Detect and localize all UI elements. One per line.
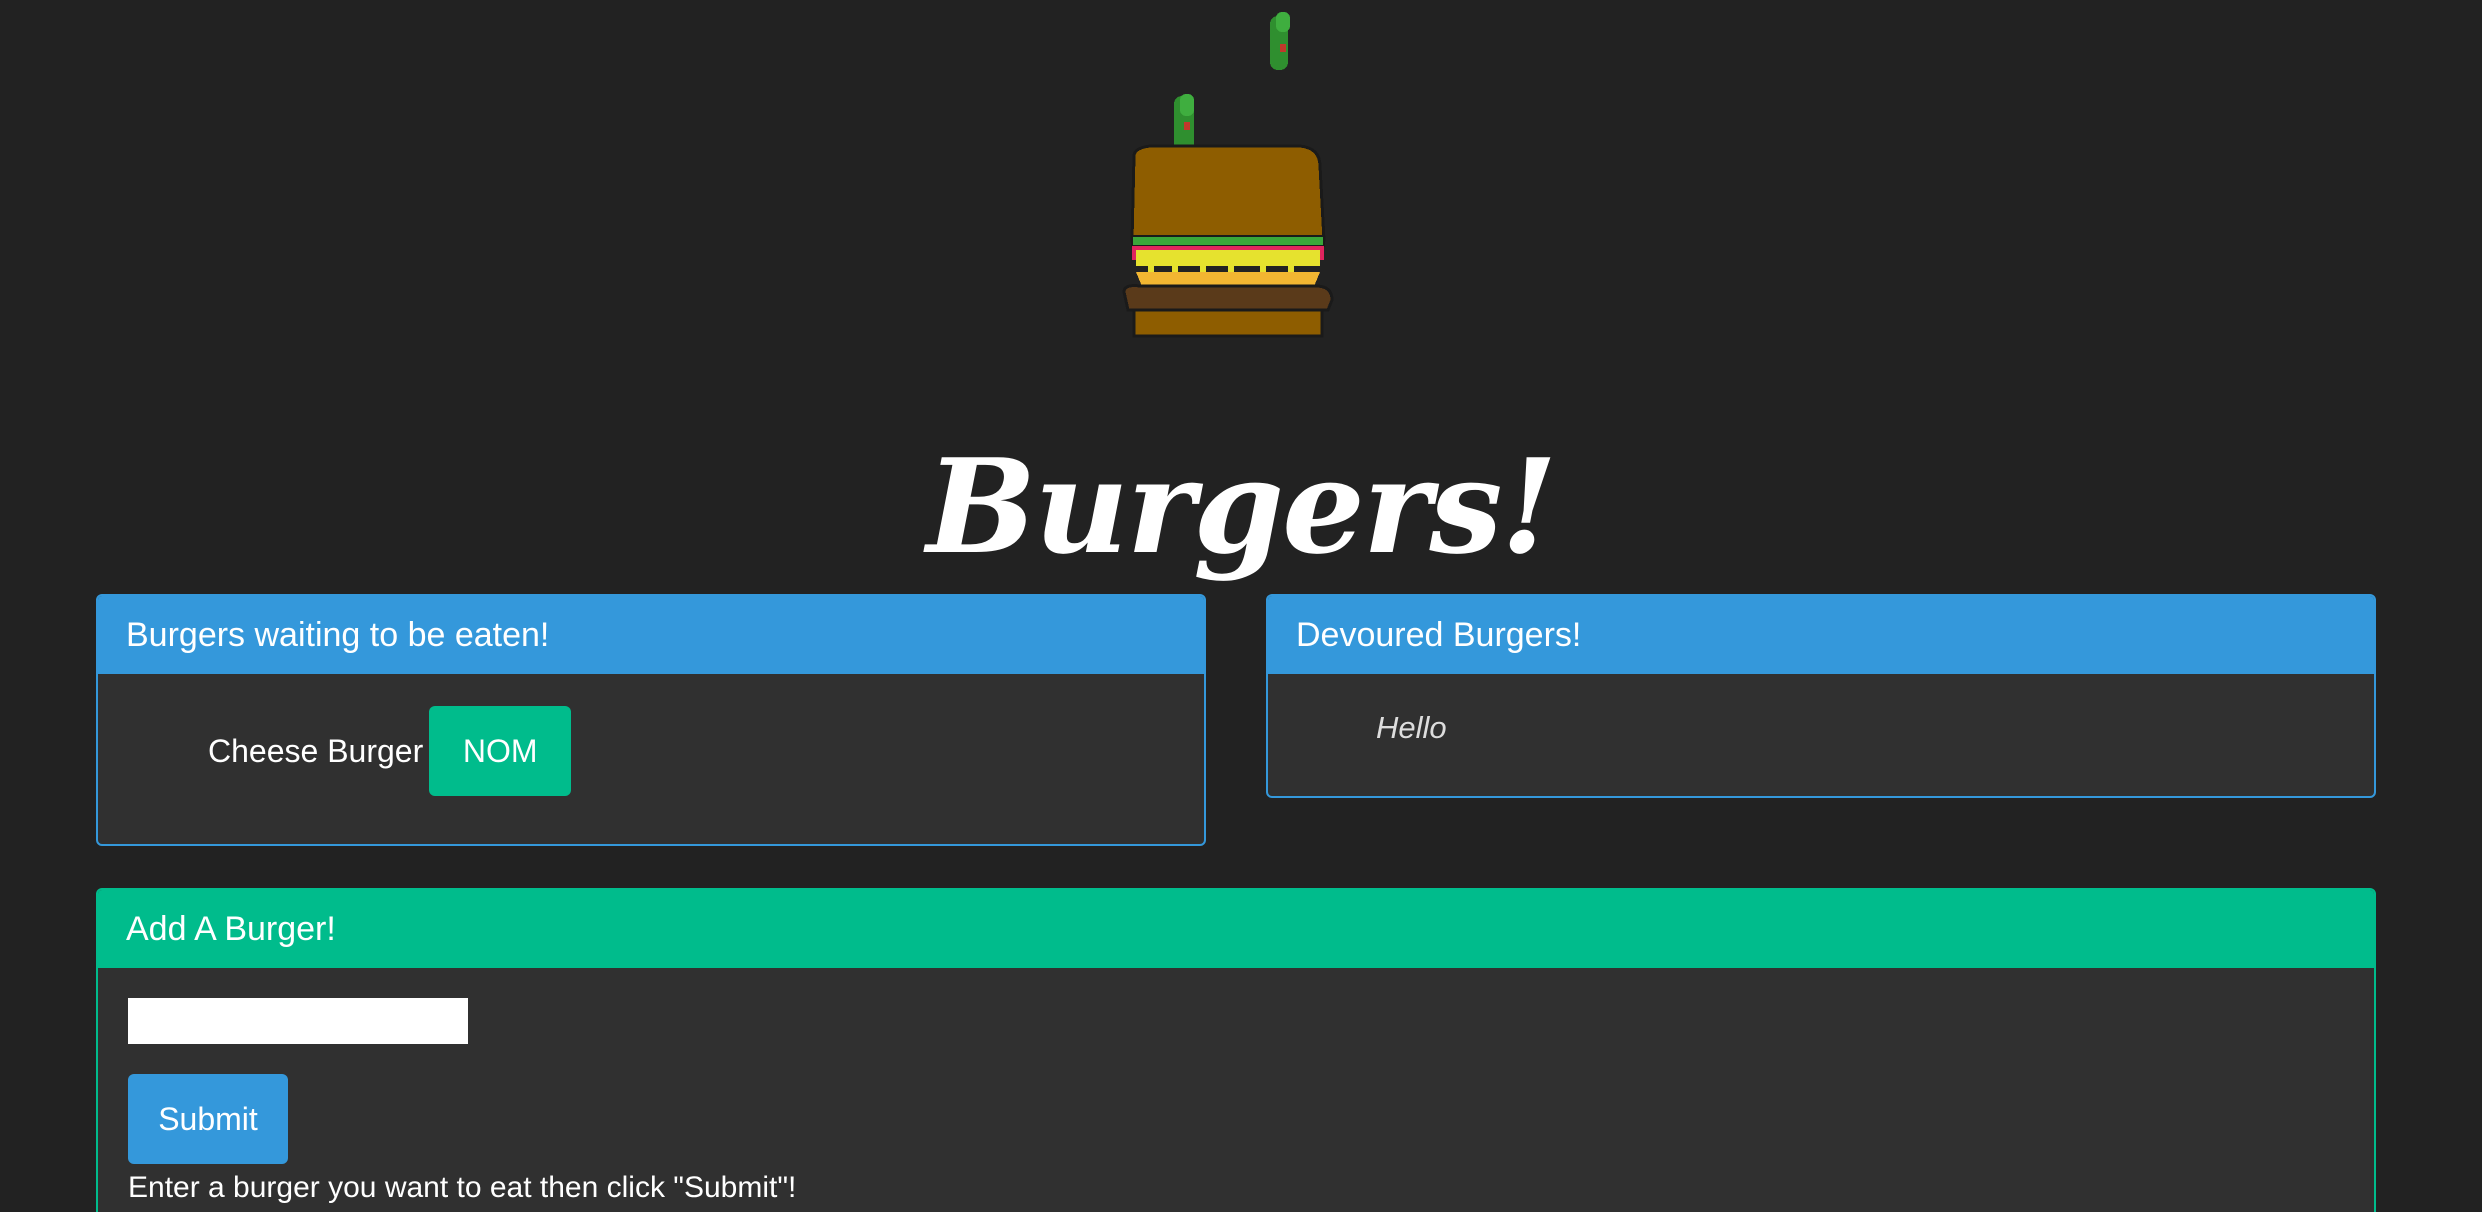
burger-logo-icon bbox=[1120, 10, 1370, 350]
devoured-burgers-panel: Devoured Burgers! Hello bbox=[1266, 594, 2376, 798]
help-text: Enter a burger you want to eat then clic… bbox=[128, 1171, 797, 1204]
nom-button[interactable]: NOM bbox=[429, 706, 572, 796]
devoured-panel-heading: Devoured Burgers! bbox=[1268, 596, 2374, 674]
pickle-icon bbox=[1270, 12, 1290, 70]
waiting-panel-heading: Burgers waiting to be eaten! bbox=[98, 596, 1204, 674]
submit-button[interactable]: Submit bbox=[128, 1074, 288, 1164]
burger-name-input[interactable] bbox=[128, 998, 468, 1044]
pickle-icon bbox=[1174, 94, 1194, 152]
list-item: Hello bbox=[1376, 710, 1447, 745]
add-burger-panel: Add A Burger! Submit Enter a burger you … bbox=[96, 888, 2376, 1212]
waiting-burgers-panel: Burgers waiting to be eaten! Cheese Burg… bbox=[96, 594, 1206, 846]
add-panel-heading: Add A Burger! bbox=[98, 890, 2374, 968]
burger-name: Cheese Burger bbox=[208, 733, 424, 769]
list-item: Cheese Burger NOM bbox=[208, 706, 572, 796]
page-title: Burgers! bbox=[926, 430, 1557, 583]
